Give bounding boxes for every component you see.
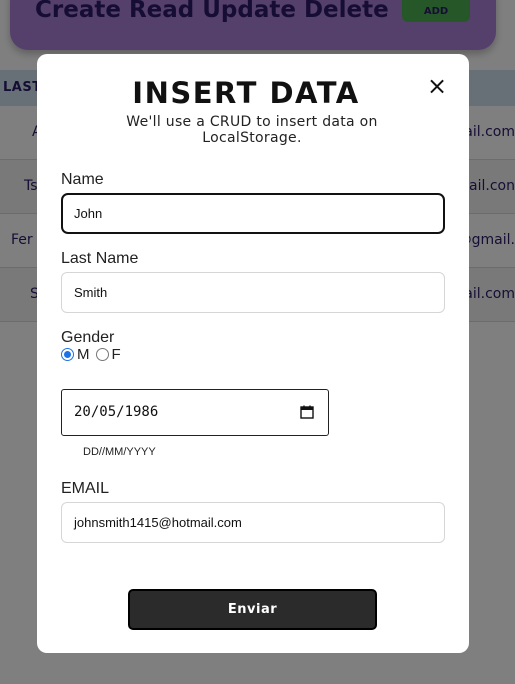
birthdate-value: 20/05/1986 bbox=[74, 404, 159, 420]
gender-option-m-label: M bbox=[77, 345, 90, 363]
date-format-hint: DD//MM/YYYY bbox=[83, 446, 156, 458]
gender-option-f-label: F bbox=[111, 345, 121, 363]
email-label: EMAIL bbox=[61, 480, 110, 497]
gender-radio-group: M F bbox=[61, 345, 127, 363]
calendar-icon[interactable] bbox=[300, 405, 314, 419]
gender-label: Gender bbox=[61, 329, 115, 346]
birthdate-input[interactable]: 20/05/1986 bbox=[61, 389, 329, 436]
email-input[interactable]: johnsmith1415@hotmail.com bbox=[61, 502, 445, 543]
submit-button[interactable]: Enviar bbox=[128, 589, 377, 630]
last-name-label: Last Name bbox=[61, 250, 139, 267]
insert-data-modal: INSERT DATA × We'll use a CRUD to insert… bbox=[37, 54, 469, 653]
gender-radio-m[interactable] bbox=[61, 347, 74, 361]
name-label: Name bbox=[61, 171, 104, 188]
close-icon[interactable]: × bbox=[425, 74, 449, 98]
modal-subtitle: We'll use a CRUD to insert data on Local… bbox=[126, 114, 378, 146]
last-name-input[interactable]: Smith bbox=[61, 272, 445, 313]
modal-title: INSERT DATA bbox=[132, 76, 360, 110]
name-input[interactable]: John bbox=[61, 193, 445, 234]
gender-radio-f[interactable] bbox=[95, 347, 109, 361]
